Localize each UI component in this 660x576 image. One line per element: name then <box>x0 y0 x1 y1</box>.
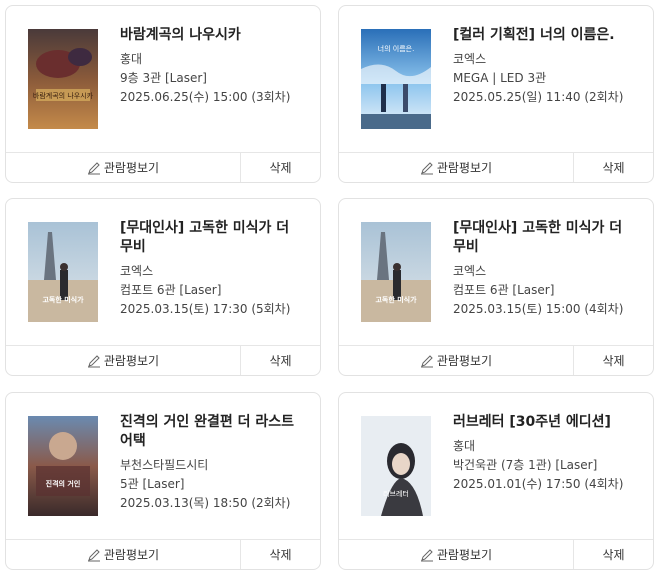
movie-title[interactable]: [무대인사] 고독한 미식가 더 무비 <box>120 219 306 257</box>
showtime: 2025.06.25(수) 15:00 (3회차) <box>120 90 291 104</box>
view-review-button[interactable]: 관람평보기 <box>339 153 574 182</box>
delete-label: 삭제 <box>269 161 292 175</box>
movie-title[interactable]: 진격의 거인 완결편 더 라스트 어택 <box>120 413 306 451</box>
booking-card: 진격의 거인 진격의 거인 완결편 더 라스트 어택 부천스타필드시티 5관 [… <box>5 392 321 570</box>
card-footer: 관람평보기 삭제 <box>6 539 320 569</box>
screen-info: 컴포트 6관 [Laser] <box>120 283 222 297</box>
screen-info: 9층 3관 [Laser] <box>120 71 207 85</box>
view-review-button[interactable]: 관람평보기 <box>6 346 241 375</box>
screen-info: 5관 [Laser] <box>120 477 185 491</box>
poster-image-kodoku: 고독한 미식가 <box>28 222 98 322</box>
view-review-button[interactable]: 관람평보기 <box>339 346 574 375</box>
movie-poster[interactable]: 고독한 미식가 <box>361 222 431 322</box>
poster-title-text: 너의 이름은. <box>378 44 415 53</box>
theater-name: 홍대 <box>453 439 476 453</box>
showtime: 2025.03.13(목) 18:50 (2회차) <box>120 496 291 510</box>
movie-poster[interactable]: 진격의 거인 <box>28 416 98 516</box>
view-review-button[interactable]: 관람평보기 <box>6 153 241 182</box>
booking-card: 고독한 미식가 [무대인사] 고독한 미식가 더 무비 코엑스 컴포트 6관 [… <box>5 198 321 376</box>
movie-poster[interactable]: 러브레터 <box>361 416 431 516</box>
delete-button[interactable]: 삭제 <box>241 153 320 182</box>
view-review-label: 관람평보기 <box>436 354 493 368</box>
delete-label: 삭제 <box>602 161 625 175</box>
poster-image-your-name: 너의 이름은. <box>361 29 431 129</box>
showtime: 2025.05.25(일) 11:40 (2회차) <box>453 90 624 104</box>
showtime: 2025.01.01(수) 17:50 (4회차) <box>453 477 624 491</box>
pencil-icon <box>87 548 100 561</box>
pencil-icon <box>420 354 433 367</box>
delete-button[interactable]: 삭제 <box>574 540 653 569</box>
pencil-icon <box>87 354 100 367</box>
pencil-icon <box>420 161 433 174</box>
view-review-label: 관람평보기 <box>103 548 160 562</box>
screen-info: 박건욱관 (7층 1관) [Laser] <box>453 458 598 472</box>
view-review-label: 관람평보기 <box>436 161 493 175</box>
movie-title[interactable]: [컬러 기획전] 너의 이름은. <box>453 26 639 45</box>
delete-button[interactable]: 삭제 <box>574 153 653 182</box>
pencil-icon <box>87 161 100 174</box>
screen-info: 컴포트 6관 [Laser] <box>453 283 555 297</box>
screen-info: MEGA | LED 3관 <box>453 71 547 85</box>
poster-title-text: 러브레터 <box>383 489 409 498</box>
poster-title-text: 고독한 미식가 <box>42 295 84 304</box>
movie-title[interactable]: 바람계곡의 나우시카 <box>120 26 306 45</box>
movie-poster[interactable]: 바람계곡의 나우시카 <box>28 29 98 129</box>
card-footer: 관람평보기 삭제 <box>6 152 320 182</box>
movie-poster[interactable]: 너의 이름은. <box>361 29 431 129</box>
delete-button[interactable]: 삭제 <box>241 346 320 375</box>
showtime: 2025.03.15(토) 17:30 (5회차) <box>120 302 291 316</box>
poster-image-attack-on-titan: 진격의 거인 <box>28 416 98 516</box>
card-footer: 관람평보기 삭제 <box>339 152 653 182</box>
theater-name: 코엑스 <box>120 264 154 278</box>
movie-poster[interactable]: 고독한 미식가 <box>28 222 98 322</box>
movie-title[interactable]: 러브레터 [30주년 에디션] <box>453 413 639 432</box>
showtime: 2025.03.15(토) 15:00 (4회차) <box>453 302 624 316</box>
booking-card: 너의 이름은. [컬러 기획전] 너의 이름은. 코엑스 MEGA | LED … <box>338 5 654 183</box>
view-review-button[interactable]: 관람평보기 <box>6 540 241 569</box>
poster-title-text: 바람계곡의 나우시카 <box>33 91 94 100</box>
delete-button[interactable]: 삭제 <box>241 540 320 569</box>
delete-label: 삭제 <box>602 354 625 368</box>
booking-card: 고독한 미식가 [무대인사] 고독한 미식가 더 무비 코엑스 컴포트 6관 [… <box>338 198 654 376</box>
theater-name: 코엑스 <box>453 52 487 66</box>
booking-card: 러브레터 러브레터 [30주년 에디션] 홍대 박건욱관 (7층 1관) [La… <box>338 392 654 570</box>
delete-label: 삭제 <box>269 548 292 562</box>
card-footer: 관람평보기 삭제 <box>6 345 320 375</box>
theater-name: 부천스타필드시티 <box>120 458 209 472</box>
movie-title[interactable]: [무대인사] 고독한 미식가 더 무비 <box>453 219 639 257</box>
poster-image-love-letter: 러브레터 <box>361 416 431 516</box>
pencil-icon <box>420 548 433 561</box>
booking-card: 바람계곡의 나우시카 바람계곡의 나우시카 홍대 9층 3관 [Laser] 2… <box>5 5 321 183</box>
view-review-label: 관람평보기 <box>436 548 493 562</box>
delete-label: 삭제 <box>269 354 292 368</box>
poster-image-nausicaa: 바람계곡의 나우시카 <box>28 29 98 129</box>
poster-title-text: 진격의 거인 <box>46 479 81 488</box>
theater-name: 코엑스 <box>453 264 487 278</box>
delete-label: 삭제 <box>602 548 625 562</box>
view-review-label: 관람평보기 <box>103 161 160 175</box>
poster-title-text: 고독한 미식가 <box>375 295 417 304</box>
theater-name: 홍대 <box>120 52 143 66</box>
view-review-label: 관람평보기 <box>103 354 160 368</box>
card-footer: 관람평보기 삭제 <box>339 345 653 375</box>
poster-image-kodoku: 고독한 미식가 <box>361 222 431 322</box>
delete-button[interactable]: 삭제 <box>574 346 653 375</box>
view-review-button[interactable]: 관람평보기 <box>339 540 574 569</box>
card-footer: 관람평보기 삭제 <box>339 539 653 569</box>
